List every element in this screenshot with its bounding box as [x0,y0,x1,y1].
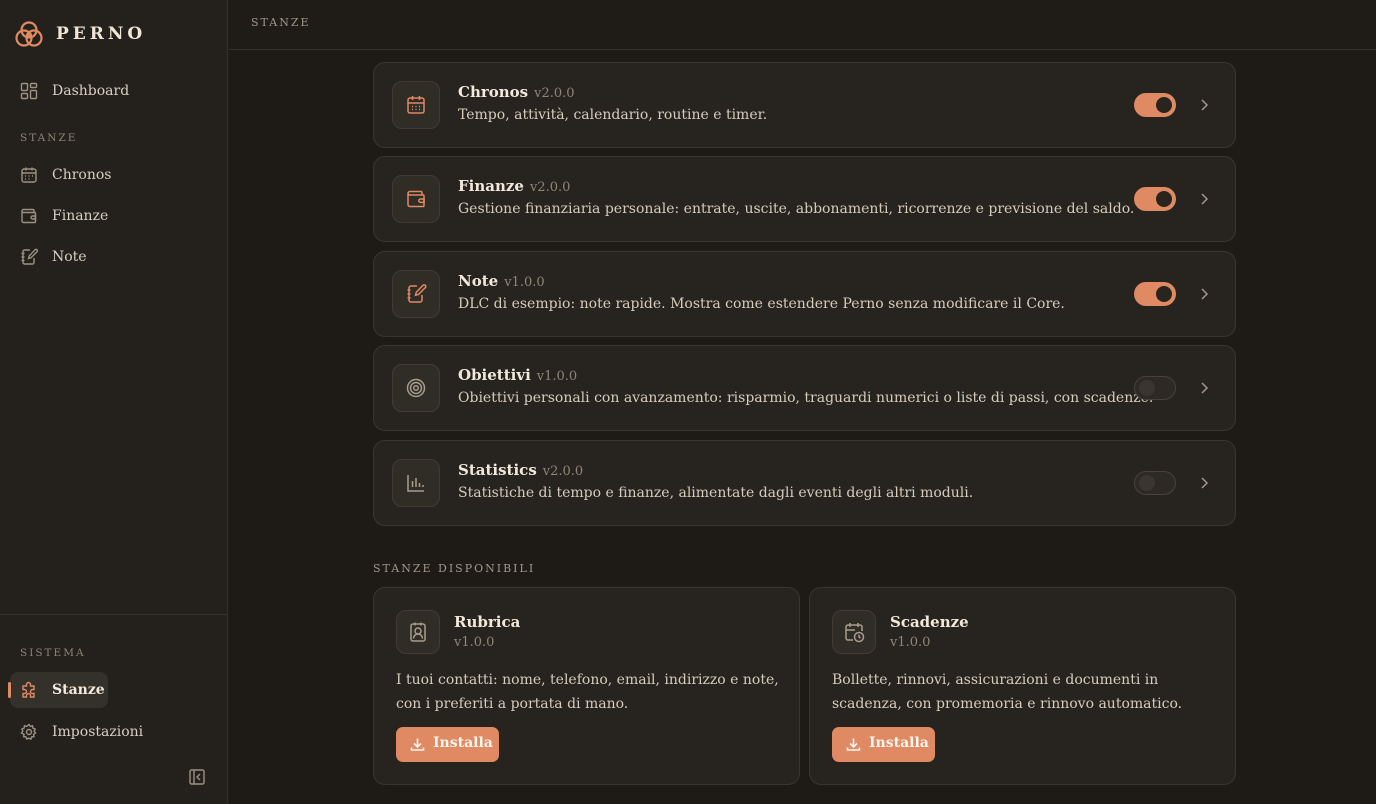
module-card-note[interactable]: Note v1.0.0 DLC di esempio: note rapide. … [373,251,1236,337]
bar-chart-icon [407,475,424,492]
gear-icon [20,723,37,741]
module-version: v2.0.0 [542,464,584,479]
module-toggle[interactable] [1134,93,1176,117]
perno-logo-icon [15,21,43,47]
sidebar-item-label: Finanze [52,208,109,224]
module-description: Obiettivi personali con avanzamento: ris… [458,390,1154,406]
top-bar: STANZE [229,0,1376,50]
module-description: Gestione finanziaria personale: entrate,… [458,201,1135,217]
sidebar-item-dashboard[interactable]: Dashboard [10,73,140,109]
sidebar-item-label: Impostazioni [52,724,144,740]
module-card-statistics[interactable]: Statistics v2.0.0 Statistiche di tempo e … [373,440,1236,526]
sidebar-item-label: Chronos [52,167,112,183]
wallet-icon [21,208,37,224]
module-icon [392,364,440,412]
sidebar-item-stanze[interactable]: Stanze [8,672,108,708]
available-card-scadenze: Scadenze v1.0.0 Bollette, rinnovi, assic… [809,587,1236,785]
sidebar-item-label: Note [52,249,87,265]
module-title: Note v1.0.0 [458,272,545,290]
module-card-finanze[interactable]: Finanze v2.0.0 Gestione finanziaria perso… [373,156,1236,242]
sidebar-item-finanze[interactable]: Finanze [10,198,140,234]
calendar-icon [407,96,425,114]
module-title: Finanze v2.0.0 [458,177,571,195]
available-card-rubrica: Rubrica v1.0.0 I tuoi contatti: nome, te… [373,587,800,785]
available-version: v1.0.0 [454,635,495,650]
sidebar-item-label: Stanze [52,682,105,698]
available-section-title: STANZE DISPONIBILI [373,562,536,575]
module-version: v1.0.0 [536,369,578,384]
calendar-clock-icon [845,623,865,643]
available-description: I tuoi contatti: nome, telefono, email, … [396,672,779,712]
puzzle-icon [22,681,35,698]
chevron-right-icon[interactable] [1196,190,1212,208]
sidebar-item-label: Dashboard [52,83,130,99]
available-description: Bollette, rinnovi, assicurazioni e docum… [832,672,1183,712]
sidebar-item-chronos[interactable]: Chronos [10,157,140,193]
module-description: Tempo, attività, calendario, routine e t… [458,107,768,123]
module-title: Chronos v2.0.0 [458,83,575,101]
calendar-icon [21,167,37,183]
available-name: Scadenze [890,613,969,631]
chevron-right-icon[interactable] [1196,285,1212,303]
active-indicator [8,682,11,698]
sidebar-section-stanze: STANZE [20,132,78,144]
module-toggle[interactable] [1134,187,1176,211]
sidebar-item-note[interactable]: Note [10,239,140,275]
notebook-pen-icon [407,284,427,303]
download-icon [846,738,861,751]
module-icon [392,270,440,318]
module-card-obiettivi[interactable]: Obiettivi v1.0.0 Obiettivi personali con … [373,345,1236,431]
wallet-icon [407,190,425,208]
install-button[interactable]: Installa [832,727,935,762]
sidebar-divider [0,614,228,615]
module-version: v2.0.0 [529,180,571,195]
brand-name: PERNO [56,24,147,44]
available-version: v1.0.0 [890,635,931,650]
module-icon [392,459,440,507]
page-title: STANZE [251,16,311,29]
target-icon [406,378,426,398]
contact-book-icon [410,622,426,642]
collapse-sidebar-icon[interactable] [188,768,206,786]
module-description: DLC di esempio: note rapide. Mostra come… [458,296,1065,312]
module-toggle[interactable] [1134,471,1176,495]
available-name: Rubrica [454,613,521,631]
dashboard-grid-icon [20,82,38,100]
module-icon [392,175,440,223]
chevron-right-icon[interactable] [1196,96,1212,114]
module-title: Obiettivi v1.0.0 [458,366,578,384]
download-icon [410,738,425,751]
install-button-label: Installa [433,735,493,751]
module-toggle[interactable] [1134,282,1176,306]
chevron-right-icon[interactable] [1196,379,1212,397]
module-version: v1.0.0 [504,275,545,290]
avail-icon [832,610,876,654]
chevron-right-icon[interactable] [1196,474,1212,492]
module-version: v2.0.0 [534,86,575,101]
module-toggle[interactable] [1134,376,1176,400]
install-button[interactable]: Installa [396,727,499,762]
module-card-chronos[interactable]: Chronos v2.0.0 Tempo, attività, calendari… [373,62,1236,148]
sidebar-section-sistema: SISTEMA [20,647,86,659]
sidebar-item-impostazioni[interactable]: Impostazioni [10,714,160,750]
notebook-pen-icon [21,248,38,265]
brand[interactable]: PERNO [14,19,146,49]
install-button-label: Installa [869,735,929,751]
module-title: Statistics v2.0.0 [458,461,584,479]
sidebar: PERNO Dashboard STANZE Chronos Finanze N… [0,0,228,804]
module-description: Statistiche di tempo e finanze, alimenta… [458,485,974,501]
module-icon [392,81,440,129]
avail-icon [396,610,440,654]
